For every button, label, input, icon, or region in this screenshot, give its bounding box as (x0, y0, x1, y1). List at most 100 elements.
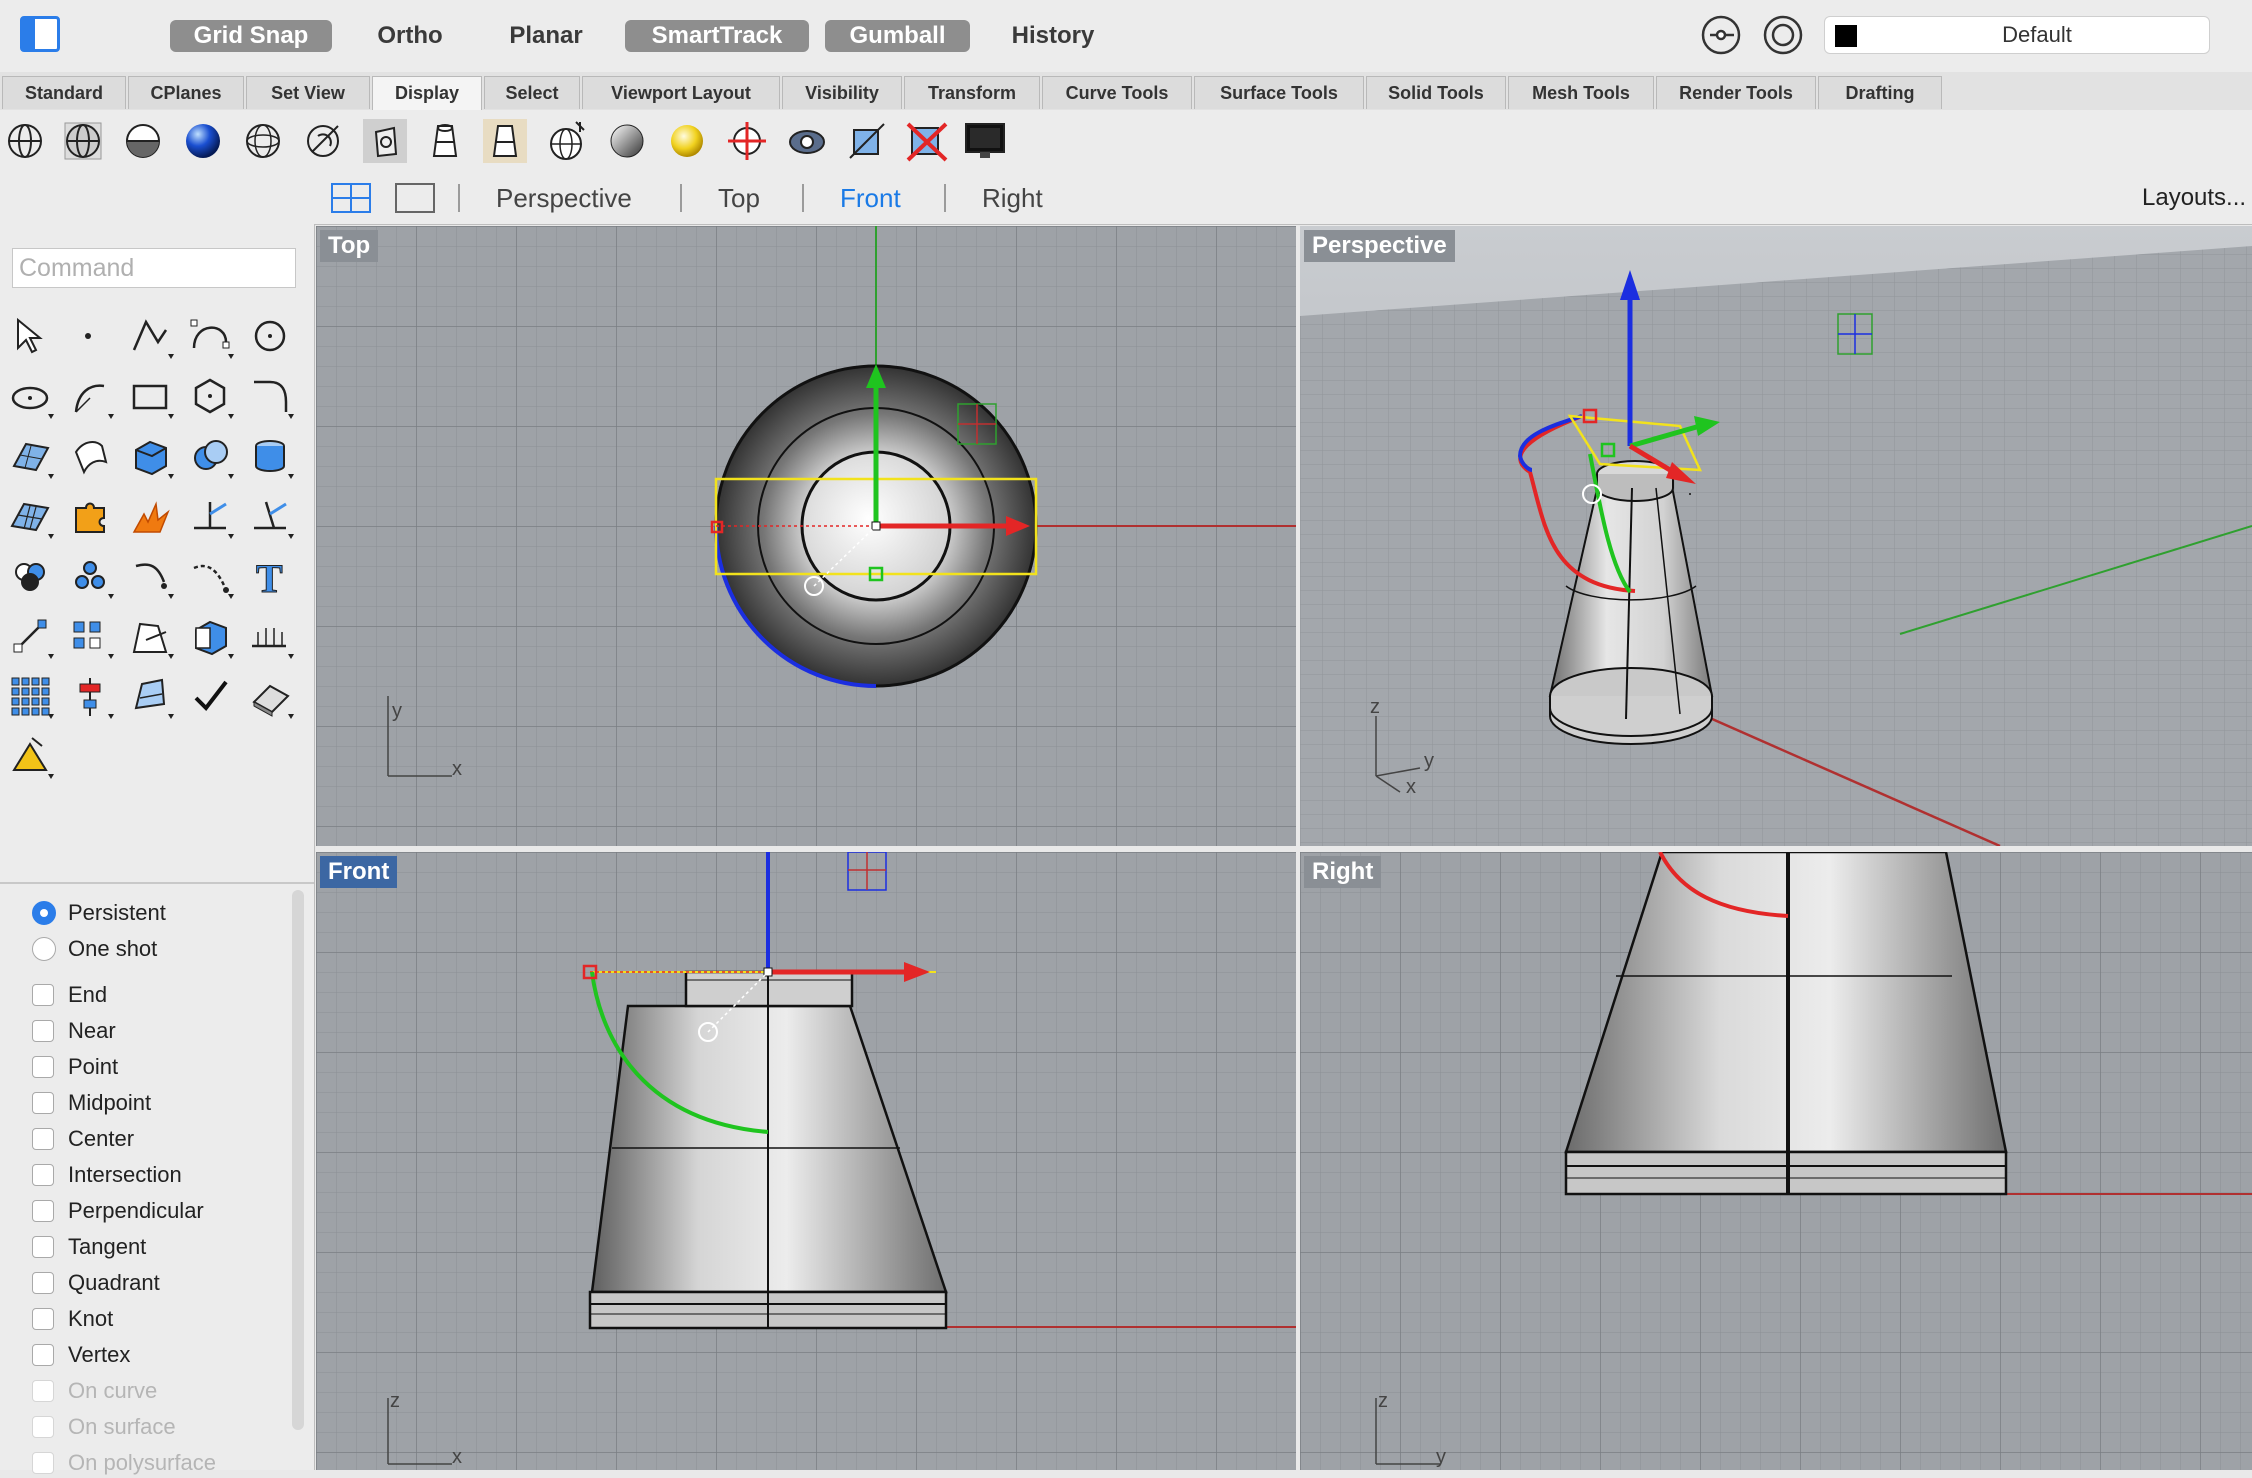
render-icon[interactable] (246, 672, 296, 722)
viewport-title-top[interactable]: Top (320, 230, 379, 262)
light-settings-icon[interactable] (6, 732, 56, 782)
solid-union-icon[interactable] (186, 432, 236, 482)
array-icon[interactable] (66, 612, 116, 662)
osnap-icon[interactable] (1700, 14, 1742, 56)
wireframe-icon[interactable] (2, 118, 48, 164)
grid-snap-toggle[interactable]: Grid Snap (170, 20, 332, 52)
tab-viewport-layout[interactable]: Viewport Layout (582, 76, 780, 109)
viewport-top[interactable]: Top y x (316, 226, 1296, 846)
rectangle-icon[interactable] (126, 372, 176, 422)
record-history-icon[interactable] (1762, 14, 1804, 56)
mesh-icon[interactable] (844, 118, 890, 164)
checkbox-quadrant[interactable] (32, 1272, 54, 1294)
drafting-icon[interactable] (126, 612, 176, 662)
checkbox-on-curve[interactable] (32, 1380, 54, 1402)
checkbox-center[interactable] (32, 1128, 54, 1150)
viewport-front[interactable]: Front z x (316, 852, 1296, 1470)
light-icon[interactable] (664, 118, 710, 164)
move-icon[interactable] (6, 612, 56, 662)
viewport-tab-perspective[interactable]: Perspective (496, 182, 632, 214)
checkbox-on-polysurface[interactable] (32, 1452, 54, 1474)
trim-icon[interactable] (186, 492, 236, 542)
point-icon[interactable] (66, 312, 116, 362)
arctic-icon[interactable] (482, 118, 528, 164)
select-icon[interactable] (6, 312, 56, 362)
viewport-tab-right[interactable]: Right (982, 182, 1043, 214)
shaded-icon[interactable] (60, 118, 106, 164)
single-viewport-icon[interactable] (394, 182, 436, 214)
checkbox-perpendicular[interactable] (32, 1200, 54, 1222)
tab-set-view[interactable]: Set View (246, 76, 370, 109)
checkbox-knot[interactable] (32, 1308, 54, 1330)
ghosted-icon[interactable] (180, 118, 226, 164)
osnap-scrollbar[interactable] (292, 890, 304, 1430)
planar-toggle[interactable]: Planar (490, 20, 602, 52)
ortho-toggle[interactable]: Ortho (350, 20, 470, 52)
checkbox-near[interactable] (32, 1020, 54, 1042)
camera-target-icon[interactable] (724, 118, 770, 164)
layouts-button[interactable]: Layouts... (2142, 182, 2246, 214)
arc-icon[interactable] (66, 372, 116, 422)
rendered-icon[interactable] (120, 118, 166, 164)
checkbox-end[interactable] (32, 984, 54, 1006)
box-icon[interactable] (126, 432, 176, 482)
command-input[interactable]: Command (12, 248, 296, 288)
surface-from-curves-icon[interactable] (66, 432, 116, 482)
checkbox-intersection[interactable] (32, 1164, 54, 1186)
point-cloud-icon[interactable] (66, 552, 116, 602)
raytraced-icon[interactable] (544, 118, 590, 164)
dimension-icon[interactable] (246, 612, 296, 662)
viewport-tab-top[interactable]: Top (718, 182, 760, 214)
checkbox-point[interactable] (32, 1056, 54, 1078)
hide-icon[interactable] (904, 118, 950, 164)
fillet-icon[interactable] (246, 372, 296, 422)
gumball-toggle[interactable]: Gumball (825, 20, 970, 52)
checkbox-tangent[interactable] (32, 1236, 54, 1258)
polygon-icon[interactable] (186, 372, 236, 422)
radio-persistent[interactable] (32, 901, 56, 925)
checkbox-midpoint[interactable] (32, 1092, 54, 1114)
viewport-title-front[interactable]: Front (320, 856, 398, 888)
boolean-icon[interactable] (126, 492, 176, 542)
split-icon[interactable] (246, 492, 296, 542)
radio-one-shot[interactable] (32, 937, 56, 961)
smarttrack-toggle[interactable]: SmartTrack (625, 20, 809, 52)
tab-drafting[interactable]: Drafting (1818, 76, 1942, 109)
tab-transform[interactable]: Transform (904, 76, 1040, 109)
tab-mesh-tools[interactable]: Mesh Tools (1508, 76, 1654, 109)
viewport-title-right[interactable]: Right (1304, 856, 1382, 888)
tab-visibility[interactable]: Visibility (782, 76, 902, 109)
zoom-icon[interactable] (784, 118, 830, 164)
text-icon[interactable]: T (246, 552, 296, 602)
xray-icon[interactable] (240, 118, 286, 164)
artistic-icon[interactable] (422, 118, 468, 164)
tab-standard[interactable]: Standard (2, 76, 126, 109)
four-viewports-icon[interactable] (330, 182, 372, 214)
layer-dropdown[interactable]: Default (1824, 16, 2210, 54)
check-icon[interactable] (186, 672, 236, 722)
sidebar-toggle-icon[interactable] (20, 16, 60, 52)
align-icon[interactable] (66, 672, 116, 722)
tab-cplanes[interactable]: CPlanes (128, 76, 244, 109)
pen-icon[interactable] (362, 118, 408, 164)
circle-icon[interactable] (246, 312, 296, 362)
tab-solid-tools[interactable]: Solid Tools (1366, 76, 1506, 109)
tab-select[interactable]: Select (484, 76, 580, 109)
viewport-title-perspective[interactable]: Perspective (1304, 230, 1455, 262)
ellipse-icon[interactable] (6, 372, 56, 422)
grid-array-icon[interactable] (6, 672, 56, 722)
arc-blend-icon[interactable] (186, 552, 236, 602)
tab-render-tools[interactable]: Render Tools (1656, 76, 1816, 109)
viewport-perspective[interactable]: Perspective z y x (1300, 226, 2252, 846)
polyline-icon[interactable] (126, 312, 176, 362)
checkbox-vertex[interactable] (32, 1344, 54, 1366)
capture-viewport-icon[interactable] (962, 118, 1008, 164)
technical-icon[interactable] (300, 118, 346, 164)
surface-icon[interactable] (6, 432, 56, 482)
extrude-icon[interactable] (246, 432, 296, 482)
tab-surface-tools[interactable]: Surface Tools (1194, 76, 1364, 109)
viewport-tab-front[interactable]: Front (840, 182, 901, 214)
group-icon[interactable] (6, 552, 56, 602)
monochrome-icon[interactable] (604, 118, 650, 164)
panel-divider[interactable] (0, 882, 314, 884)
